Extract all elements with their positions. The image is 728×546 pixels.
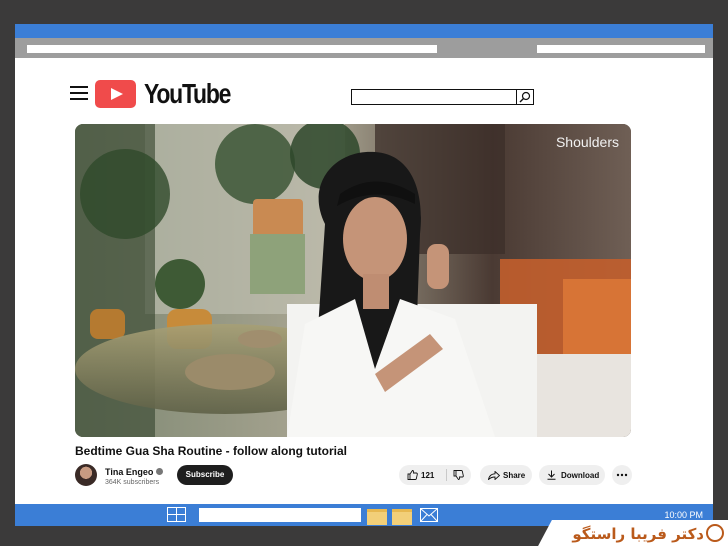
title-bar (15, 24, 713, 38)
share-button[interactable]: Share (480, 465, 532, 485)
subscriber-count: 364K subscribers (105, 479, 160, 486)
video-player[interactable]: Shoulders (75, 124, 631, 437)
subscribe-button[interactable]: Subscribe (177, 465, 233, 485)
share-label: Share (503, 471, 526, 480)
play-logo-icon (95, 80, 136, 108)
channel-row: Tina Engeo 364K subscribers Subscribe 12… (75, 464, 632, 492)
download-button[interactable]: Download (539, 465, 605, 485)
chapter-label: Shoulders (555, 134, 619, 150)
verified-icon (156, 468, 164, 475)
address-input[interactable] (27, 45, 437, 53)
video-title: Bedtime Gua Sha Routine - follow along t… (75, 444, 348, 458)
taskbar-clock: 10:00 PM (664, 510, 703, 520)
search-button[interactable] (516, 89, 534, 105)
watermark: دکتر فریبا راستگو (559, 520, 728, 546)
menu-icon[interactable] (70, 86, 88, 100)
thumbs-down-icon[interactable] (453, 470, 464, 480)
like-dislike-group: 121 (399, 465, 471, 485)
search-icon (519, 91, 531, 103)
download-label: Download (561, 471, 600, 480)
mail-icon[interactable] (420, 508, 438, 522)
logo-text: YouTube (144, 78, 231, 109)
share-icon (488, 471, 500, 480)
search-input[interactable] (351, 89, 518, 105)
folder-icon[interactable] (392, 509, 412, 525)
download-icon (547, 470, 556, 480)
avatar[interactable] (75, 464, 97, 486)
taskbar-search-input[interactable] (199, 508, 361, 522)
more-icon (616, 473, 628, 477)
video-frame (75, 124, 631, 437)
browser-search-input[interactable] (537, 45, 705, 53)
channel-name-text: Tina Engeo (105, 467, 154, 477)
watermark-logo-icon (706, 524, 724, 542)
watermark-text: دکتر فریبا راستگو (572, 525, 704, 543)
channel-name[interactable]: Tina Engeo (105, 467, 164, 477)
more-actions-button[interactable] (612, 465, 632, 485)
like-count: 121 (421, 471, 435, 480)
youtube-logo[interactable]: YouTube (95, 78, 249, 110)
youtube-page: YouTube Shoulders Bedtime Gua Sha Routin… (15, 58, 713, 504)
like-divider (446, 469, 447, 481)
browser-window: YouTube Shoulders Bedtime Gua Sha Routin… (15, 24, 713, 526)
thumbs-up-icon[interactable] (407, 470, 418, 480)
folder-icon[interactable] (367, 509, 387, 525)
start-icon[interactable] (167, 507, 186, 522)
